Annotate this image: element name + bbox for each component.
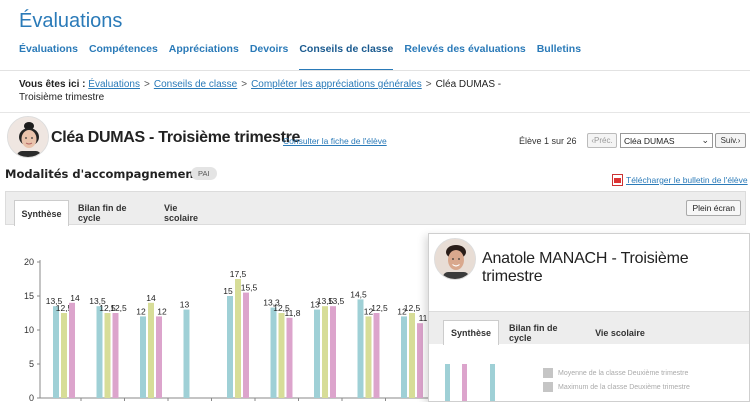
overlay-legend-item: Moyenne de la classe Deuxième trimestre — [543, 368, 688, 378]
overlay-chart-bar — [462, 364, 467, 401]
chart-bar — [365, 316, 372, 398]
pai-badge: PAI — [191, 167, 217, 180]
chart-bar — [409, 313, 415, 398]
pdf-icon — [612, 174, 623, 186]
nav-appreciations[interactable]: Appréciations — [169, 43, 239, 71]
student-profile-link[interactable]: Consulter la fiche de l'élève — [283, 136, 387, 146]
bar-value-label: 14 — [146, 293, 156, 303]
chart-bar — [104, 313, 111, 398]
bar-value-label: 13 — [180, 300, 190, 310]
chart-bar — [112, 313, 119, 398]
breadcrumb-divider — [0, 112, 750, 113]
overlay-student-title: Anatole MANACH - Troisième trimestre — [482, 250, 689, 285]
bar-value-label: 12 — [157, 306, 167, 316]
download-bulletin-link[interactable]: Télécharger le bulletin de l'élève — [626, 175, 748, 185]
nav-competences[interactable]: Compétences — [89, 43, 158, 71]
tab-bilan-fin-de-cycle[interactable]: Bilan fin de cycle — [70, 200, 156, 226]
bar-value-label: 15 — [223, 286, 233, 296]
chart-bar — [243, 292, 249, 398]
chart-bar — [69, 302, 75, 398]
chart-bar — [401, 316, 407, 398]
y-tick-label: 20 — [24, 257, 34, 267]
overlay-chart-bar — [490, 364, 495, 401]
overlay-tab-vie-scolaire[interactable]: Vie scolaire — [587, 320, 653, 345]
student-avatar — [7, 116, 49, 158]
legend-swatch — [543, 368, 553, 378]
y-tick-label: 15 — [24, 291, 34, 301]
student-select-value: Cléa DUMAS — [624, 135, 675, 146]
chart-bar — [235, 279, 241, 398]
breadcrumb-prefix: Vous êtes ici : — [19, 79, 86, 90]
overlay-chart-bar — [445, 364, 450, 401]
nav-devoirs[interactable]: Devoirs — [250, 43, 289, 71]
support-section-title: Modalités d'accompagnement — [5, 167, 200, 181]
bar-value-label: 12,5 — [110, 303, 127, 313]
bar-value-label: 14,5 — [350, 289, 367, 299]
chart-bar — [373, 313, 380, 398]
breadcrumb: Vous êtes ici : Évaluations > Conseils de … — [19, 79, 502, 103]
chart-bar — [140, 316, 146, 398]
bar-value-label: 13,5 — [328, 296, 345, 306]
bar-value-label: 15,5 — [241, 283, 258, 293]
tabs-bar: Synthèse Bilan fin de cycle Vie scolaire… — [5, 191, 746, 226]
main-nav: Évaluations Compétences Appréciations De… — [19, 43, 592, 71]
chart-bar — [314, 309, 320, 398]
student-title: Cléa DUMAS - Troisième trimestre — [51, 129, 301, 146]
chart-bar — [286, 317, 293, 398]
chart-bar — [148, 302, 154, 398]
overlay-legend-item: Maximum de la classe Deuxième trimestre — [543, 382, 690, 392]
chart-bar — [227, 296, 233, 398]
tab-vie-scolaire[interactable]: Vie scolaire — [156, 200, 221, 226]
fullscreen-button[interactable]: Plein écran — [686, 200, 741, 216]
overlay-panel: Anatole MANACH - Troisième trimestre Syn… — [428, 233, 750, 402]
nav-conseils-de-classe[interactable]: Conseils de classe — [299, 43, 394, 71]
chart-bar — [96, 306, 103, 398]
bar-value-label: 12,5 — [404, 303, 421, 313]
y-tick-label: 5 — [29, 359, 34, 369]
overlay-chart-fragment — [445, 364, 495, 401]
overlay-tab-synthese[interactable]: Synthèse — [443, 320, 499, 345]
app-title: Évaluations — [19, 10, 123, 32]
chart-bar — [330, 306, 336, 398]
breadcrumb-link-completer[interactable]: Compléter les appréciations générales — [251, 79, 422, 90]
bar-value-label: 14 — [70, 293, 80, 303]
chart-bar — [61, 313, 67, 398]
chart-bar — [270, 307, 277, 398]
overlay-tab-bilan-fin-de-cycle[interactable]: Bilan fin de cycle — [501, 320, 585, 345]
bar-value-label: 17,5 — [230, 269, 247, 279]
overlay-student-avatar — [434, 238, 476, 280]
results-chart: 0510152013,512,514 13,512,512,5 1214121315… — [24, 257, 430, 402]
chart-bar — [183, 309, 190, 398]
prev-student-button[interactable]: ‹ Préc. — [587, 133, 617, 148]
bar-value-label: 12 — [136, 306, 146, 316]
breadcrumb-link-evaluations[interactable]: Évaluations — [88, 79, 140, 90]
chart-bar — [322, 306, 328, 398]
chevron-down-icon: ⌄ — [701, 135, 709, 145]
breadcrumb-link-conseils[interactable]: Conseils de classe — [154, 79, 237, 90]
y-tick-label: 10 — [24, 325, 34, 335]
bar-value-label: 12,5 — [371, 303, 388, 313]
nav-evaluations[interactable]: Évaluations — [19, 43, 78, 71]
bar-value-label: 11 — [419, 313, 428, 323]
tab-synthese[interactable]: Synthèse — [14, 200, 69, 226]
legend-swatch — [543, 382, 553, 392]
next-student-button[interactable]: Suiv. › — [715, 133, 746, 148]
overlay-tabs-bar: Synthèse Bilan fin de cycle Vie scolaire — [429, 311, 749, 345]
chart-bar — [53, 306, 59, 398]
nav-divider — [0, 70, 750, 71]
chart-bar — [156, 316, 162, 398]
chart-bar — [417, 323, 423, 398]
chevron-right-icon: › — [737, 136, 741, 145]
y-tick-label: 0 — [29, 393, 34, 402]
nav-releves[interactable]: Relevés des évaluations — [404, 43, 525, 71]
nav-bulletins[interactable]: Bulletins — [537, 43, 581, 71]
chart-bar — [357, 299, 364, 398]
student-select[interactable]: Cléa DUMAS ⌄ — [620, 133, 713, 148]
student-position: Élève 1 sur 26 — [519, 136, 577, 146]
bar-value-label: 11,8 — [285, 308, 301, 318]
chart-bar — [278, 313, 285, 398]
